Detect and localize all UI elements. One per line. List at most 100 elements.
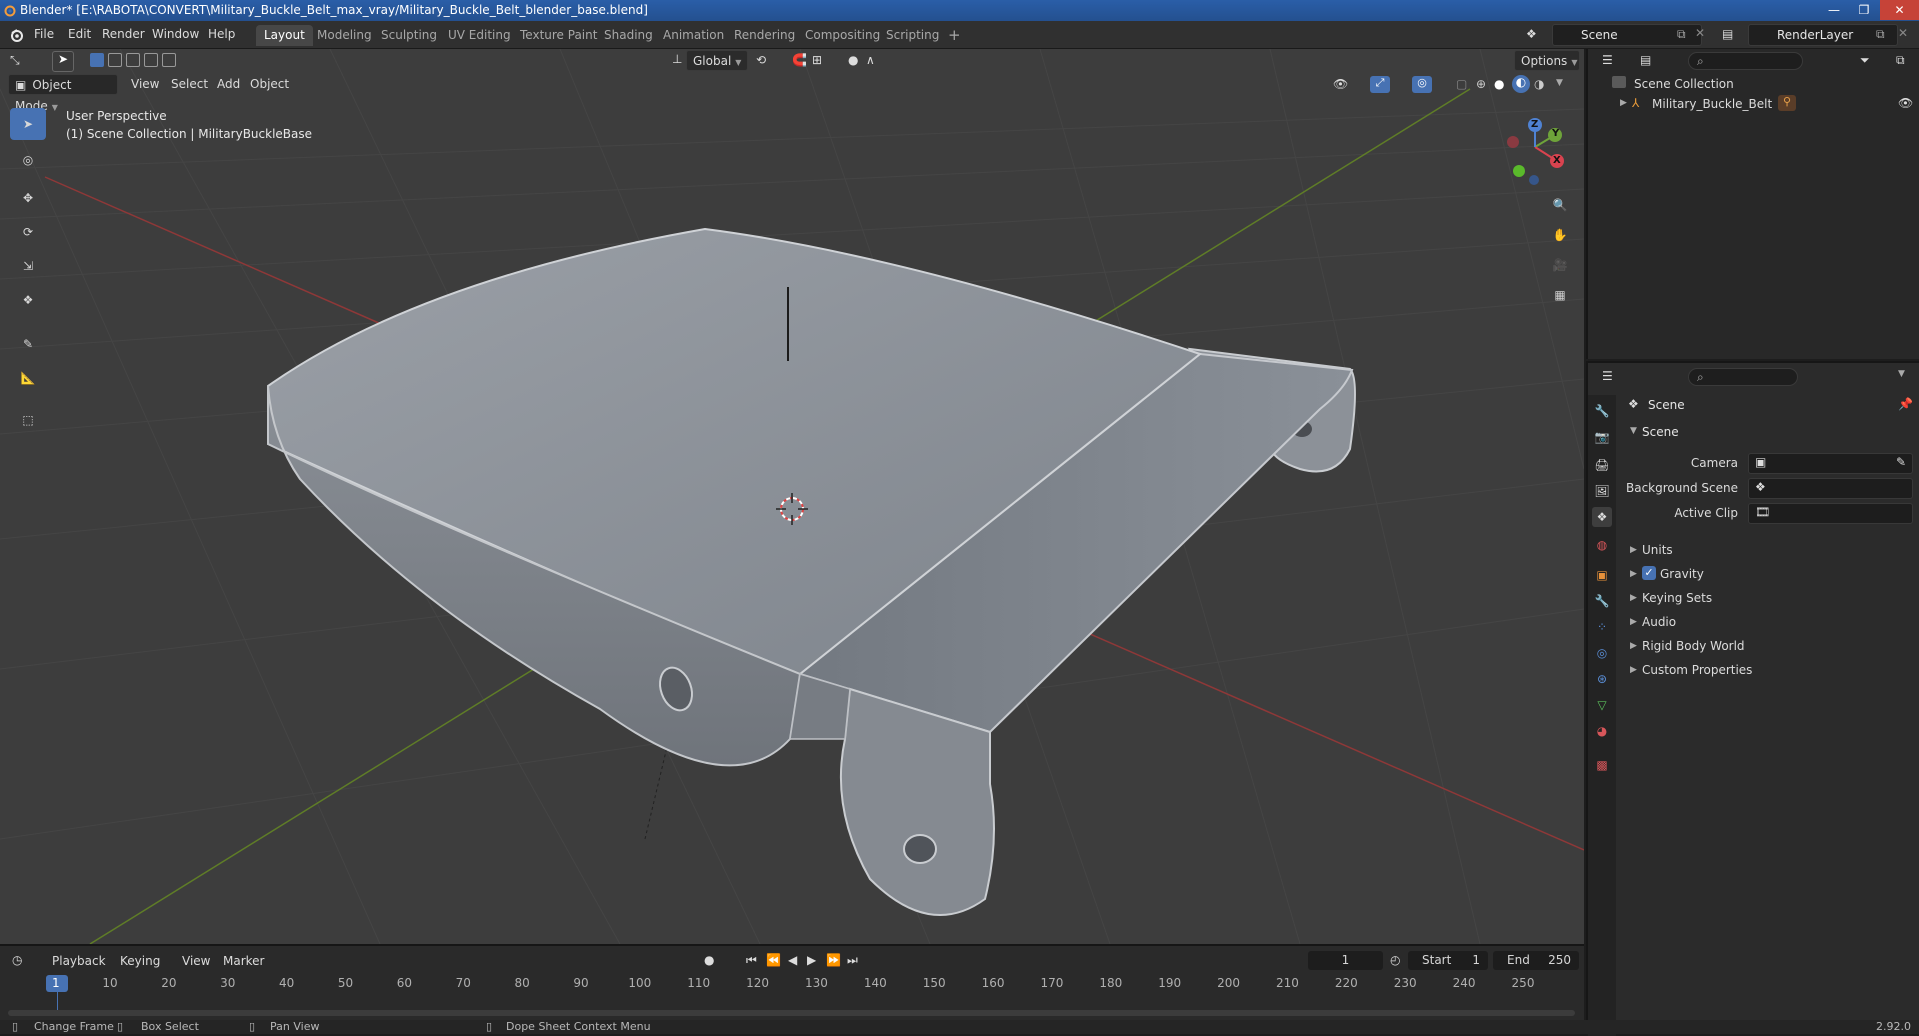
xray-icon[interactable]: ▢ bbox=[1456, 77, 1467, 91]
tool-tab-icon[interactable]: 🔧 bbox=[1592, 401, 1612, 421]
menu-file[interactable]: File bbox=[34, 27, 54, 41]
menu-window[interactable]: Window bbox=[152, 27, 199, 41]
tab-texture-paint[interactable]: Texture Paint bbox=[512, 25, 605, 46]
particles-tab-icon[interactable]: ⁘ bbox=[1592, 617, 1612, 637]
maximize-button[interactable]: ❐ bbox=[1849, 0, 1879, 20]
outliner-search-input[interactable]: ⌕ bbox=[1688, 52, 1803, 70]
tab-scripting[interactable]: Scripting bbox=[878, 25, 947, 46]
eye-icon[interactable]: 👁 bbox=[1898, 96, 1913, 110]
filter-icon[interactable]: ⏷ bbox=[1860, 53, 1870, 68]
menu-edit[interactable]: Edit bbox=[68, 27, 91, 41]
snap-icon[interactable]: 🧲 bbox=[792, 53, 807, 67]
gizmo-toggle-icon[interactable]: ⤢ bbox=[1370, 76, 1390, 93]
close-window-button[interactable]: ✕ bbox=[1880, 0, 1919, 20]
proportional-editing-icon[interactable]: ● bbox=[848, 53, 858, 67]
rotate-tool-icon[interactable]: ⟳ bbox=[10, 216, 46, 248]
custom-props-expand-icon[interactable]: ▶ bbox=[1630, 665, 1637, 675]
cursor-tool-icon[interactable]: ◎ bbox=[10, 144, 46, 176]
new-collection-icon[interactable]: ⧉ bbox=[1896, 53, 1905, 68]
shading-options-icon[interactable]: ▼ bbox=[1556, 78, 1563, 88]
shading-wireframe-icon[interactable]: ⊕ bbox=[1476, 77, 1486, 91]
modifier-tab-icon[interactable]: 🔧 bbox=[1592, 591, 1612, 611]
scene-tab-icon[interactable]: ❖ bbox=[1592, 507, 1612, 527]
scene-icon[interactable]: ❖ bbox=[1526, 27, 1537, 41]
annotate-tool-icon[interactable]: ✎ bbox=[10, 328, 46, 360]
zoom-icon[interactable]: 🔍 bbox=[1547, 192, 1573, 218]
audio-expand-icon[interactable]: ▶ bbox=[1630, 617, 1637, 627]
menu-help[interactable]: Help bbox=[208, 27, 235, 41]
new-scene-icon[interactable]: ⧉ bbox=[1677, 27, 1686, 42]
shading-material-icon[interactable]: ◐ bbox=[1512, 75, 1530, 93]
editor-type-icon[interactable]: ⤡ bbox=[10, 53, 20, 68]
camera-view-icon[interactable]: 🎥 bbox=[1547, 252, 1573, 278]
add-workspace-button[interactable]: + bbox=[940, 25, 969, 46]
tab-uv-editing[interactable]: UV Editing bbox=[440, 25, 519, 46]
gravity-panel[interactable]: Gravity bbox=[1660, 567, 1704, 581]
render-tab-icon[interactable]: 📷 bbox=[1592, 427, 1612, 447]
measure-tool-icon[interactable]: 📐 bbox=[10, 362, 46, 394]
move-tool-icon[interactable]: ✥ bbox=[10, 182, 46, 214]
keying-sets-expand-icon[interactable]: ▶ bbox=[1630, 593, 1637, 603]
select-mode-subtract-icon[interactable] bbox=[126, 53, 140, 67]
transform-tool-icon[interactable]: ❖ bbox=[10, 284, 46, 316]
menu-view[interactable]: View bbox=[131, 74, 159, 95]
custom-properties-panel[interactable]: Custom Properties bbox=[1642, 663, 1752, 677]
menu-select[interactable]: Select bbox=[171, 74, 208, 95]
scene-panel-title[interactable]: Scene bbox=[1642, 425, 1679, 439]
snap-target-icon[interactable]: ⊞ bbox=[812, 53, 822, 67]
units-panel[interactable]: Units bbox=[1642, 543, 1673, 557]
gizmo-x-label[interactable]: X bbox=[1553, 155, 1561, 166]
collapse-arrow-icon[interactable]: ▼ bbox=[1630, 426, 1637, 436]
select-mode-invert-icon[interactable] bbox=[162, 53, 176, 67]
data-tab-icon[interactable]: ▽ bbox=[1592, 695, 1612, 715]
shading-rendered-icon[interactable]: ◑ bbox=[1534, 77, 1544, 91]
scene-collection-label[interactable]: Scene Collection bbox=[1634, 77, 1734, 91]
keying-sets-panel[interactable]: Keying Sets bbox=[1642, 591, 1712, 605]
options-dropdown[interactable]: Options ▼ bbox=[1514, 50, 1580, 71]
object-tab-icon[interactable]: ▣ bbox=[1592, 565, 1612, 585]
visibility-icon[interactable]: 👁 bbox=[1333, 77, 1348, 91]
tab-layout[interactable]: Layout bbox=[256, 25, 313, 46]
tab-shading[interactable]: Shading bbox=[596, 25, 661, 46]
menu-object[interactable]: Object bbox=[250, 74, 289, 95]
material-tab-icon[interactable]: ◕ bbox=[1592, 721, 1612, 741]
outliner-editor-icon[interactable]: ☰ bbox=[1602, 53, 1613, 67]
minimize-button[interactable]: — bbox=[1819, 0, 1849, 20]
select-mode-extend-icon[interactable] bbox=[108, 53, 122, 67]
orientation-icon[interactable]: ⊥ bbox=[672, 52, 682, 66]
pivot-icon[interactable]: ⟲ bbox=[756, 53, 766, 67]
add-cube-tool-icon[interactable]: ⬚ bbox=[10, 404, 46, 436]
expand-arrow-icon[interactable]: ▶ bbox=[1620, 98, 1627, 108]
shading-solid-icon[interactable]: ● bbox=[1494, 77, 1504, 91]
properties-options-icon[interactable]: ▼ bbox=[1898, 369, 1905, 379]
world-tab-icon[interactable]: ◍ bbox=[1592, 535, 1612, 555]
blender-menu-icon[interactable] bbox=[9, 27, 25, 43]
rigid-body-world-panel[interactable]: Rigid Body World bbox=[1642, 639, 1745, 653]
overlays-toggle-icon[interactable]: ◎ bbox=[1412, 76, 1432, 93]
eyedropper-icon[interactable]: ✎ bbox=[1896, 455, 1906, 469]
delete-scene-icon[interactable]: ✕ bbox=[1695, 26, 1705, 40]
3d-viewport[interactable]: Y X Z 🔍 ✋ 🎥 ▦ User Perspective (1) Scene… bbox=[0, 49, 1584, 944]
gizmo-z-label[interactable]: Z bbox=[1531, 119, 1538, 130]
modifier-icon[interactable]: ⚲ bbox=[1778, 95, 1796, 111]
tab-rendering[interactable]: Rendering bbox=[726, 25, 803, 46]
texture-tab-icon[interactable]: ▩ bbox=[1592, 755, 1612, 775]
tab-sculpting[interactable]: Sculpting bbox=[373, 25, 445, 46]
select-mode-new-icon[interactable] bbox=[90, 53, 104, 67]
new-view-layer-icon[interactable]: ⧉ bbox=[1876, 27, 1885, 42]
tab-modeling[interactable]: Modeling bbox=[309, 25, 380, 46]
properties-editor-icon[interactable]: ☰ bbox=[1602, 369, 1613, 383]
output-tab-icon[interactable]: 🖨 bbox=[1592, 455, 1612, 475]
background-scene-field[interactable]: ❖ bbox=[1748, 478, 1913, 499]
view-layer-tab-icon[interactable]: 🖼 bbox=[1592, 481, 1612, 501]
frame-ruler[interactable]: 10 20 30 40 50 60 70 80 90 100 110 120 130 140 150 160 1… bbox=[0, 946, 1584, 1020]
outliner-item-military-buckle-belt[interactable]: Military_Buckle_Belt bbox=[1652, 97, 1772, 111]
audio-panel[interactable]: Audio bbox=[1642, 615, 1676, 629]
gravity-checkbox[interactable]: ✓ bbox=[1642, 566, 1656, 580]
pin-icon[interactable]: 📌 bbox=[1898, 397, 1913, 411]
timeline-scrollbar[interactable] bbox=[8, 1010, 1575, 1016]
mode-dropdown[interactable]: ▣ Object Mode ▼ bbox=[8, 74, 118, 113]
tab-compositing[interactable]: Compositing bbox=[797, 25, 888, 46]
display-mode-icon[interactable]: ▤ bbox=[1640, 53, 1651, 67]
view-layer-icon[interactable]: ▤ bbox=[1722, 27, 1733, 41]
